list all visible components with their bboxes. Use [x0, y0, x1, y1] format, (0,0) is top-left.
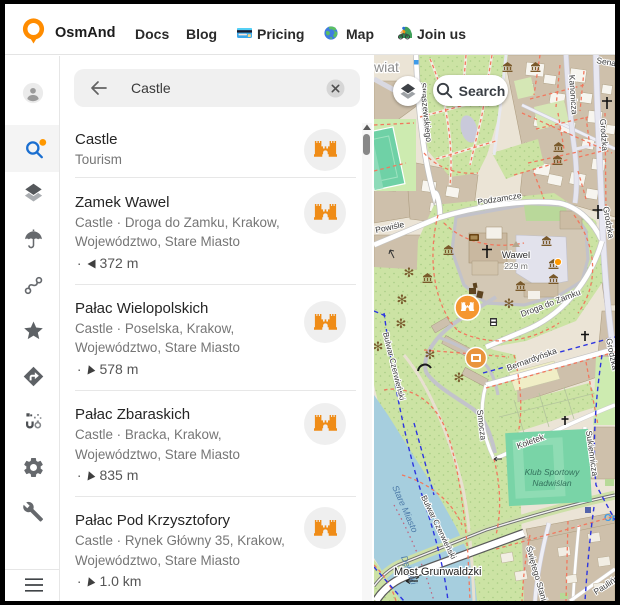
svg-text:wiat: wiat [374, 59, 399, 75]
svg-text:✻: ✻ [404, 265, 415, 280]
svg-text:Most Grunwaldzki: Most Grunwaldzki [394, 566, 481, 578]
svg-text:✻: ✻ [454, 370, 465, 385]
svg-text:✻: ✻ [397, 292, 408, 307]
svg-text:229 m: 229 m [504, 261, 528, 271]
svg-text:✻: ✻ [504, 296, 515, 311]
svg-text:Wawel: Wawel [502, 250, 530, 261]
svg-text:Nadwiślan: Nadwiślan [532, 478, 571, 488]
svg-text:Klub Sportowy: Klub Sportowy [525, 467, 581, 477]
svg-text:✻: ✻ [425, 347, 436, 362]
svg-text:✻: ✻ [396, 316, 407, 331]
svg-text:✻: ✻ [374, 339, 383, 354]
